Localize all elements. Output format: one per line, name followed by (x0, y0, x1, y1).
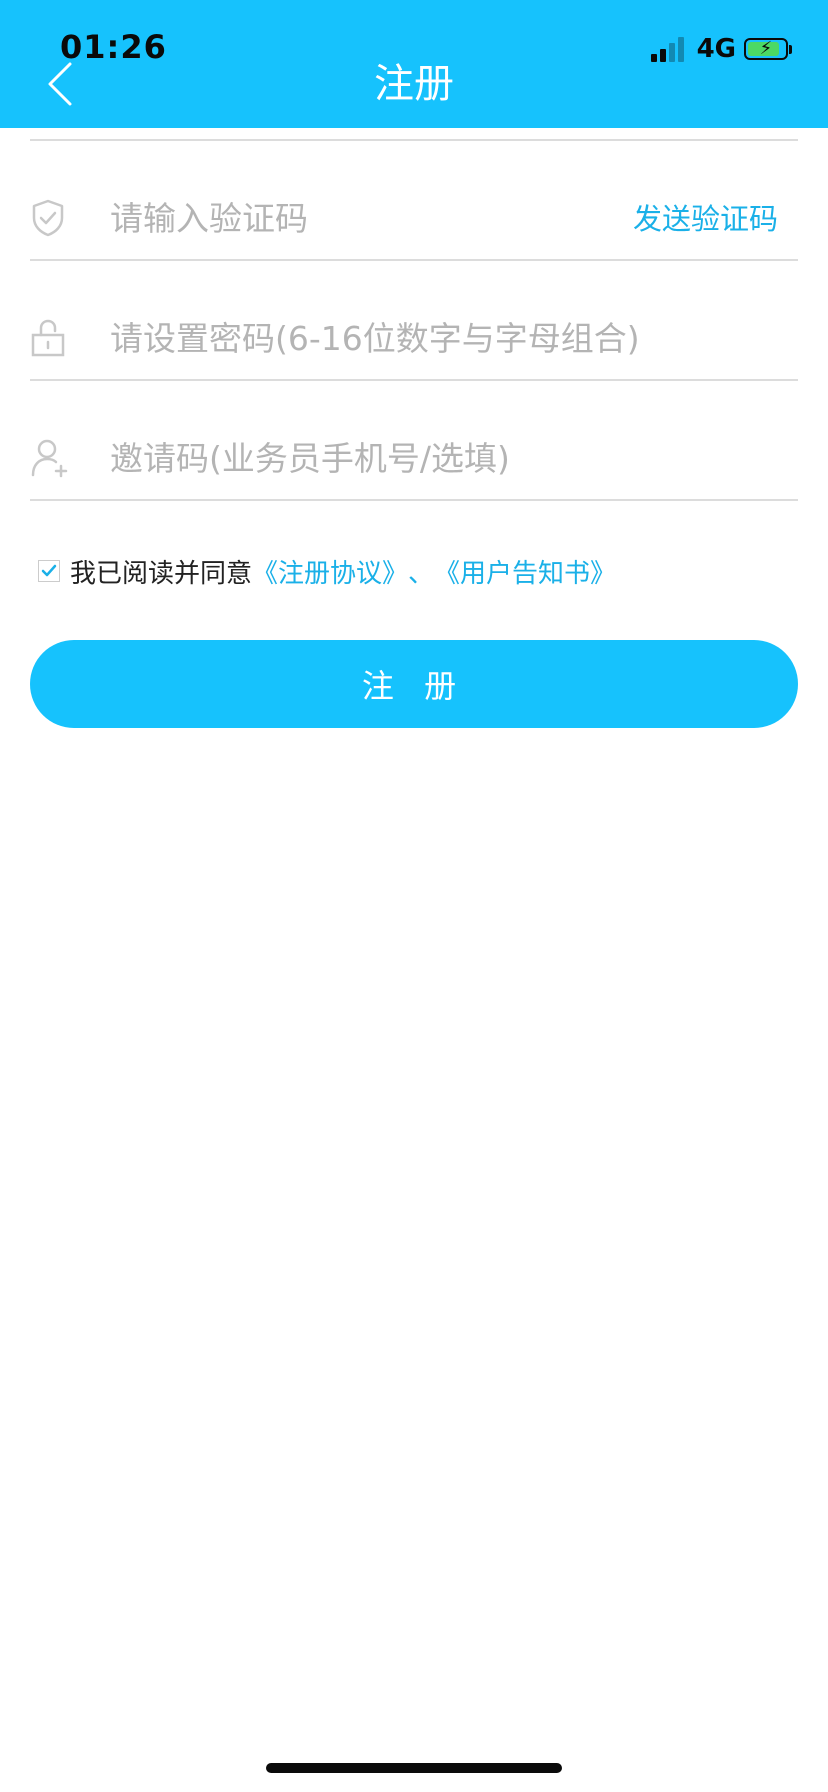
divider (30, 499, 798, 501)
header-bar: 01:26 4G ⚡ 注册 (0, 0, 828, 128)
password-input[interactable] (110, 308, 790, 368)
agreement-separator: 、 (408, 558, 435, 589)
verification-code-input[interactable] (110, 188, 630, 248)
register-page: 01:26 4G ⚡ 注册 发送验证码 (0, 0, 828, 1792)
agreement-text: 我已阅读并同意 (70, 558, 253, 589)
register-button[interactable]: 注 册 (30, 640, 798, 728)
invite-code-row (30, 381, 798, 499)
page-title: 注册 (374, 61, 454, 107)
verification-code-row: 发送验证码 (30, 141, 798, 259)
agreement-row: 我已阅读并同意 《注册协议》 、 《用户告知书》 (38, 551, 616, 591)
user-add-icon (30, 438, 68, 478)
password-row (30, 261, 798, 379)
invite-code-input[interactable] (110, 428, 790, 488)
send-code-button[interactable]: 发送验证码 (633, 199, 778, 239)
lock-icon (30, 318, 66, 358)
agree-checkbox[interactable] (38, 560, 60, 582)
checkmark-icon (41, 564, 57, 577)
user-notice-link[interactable]: 《用户告知书》 (434, 553, 616, 590)
home-indicator (266, 1763, 562, 1773)
battery-nub (789, 44, 792, 54)
terms-link[interactable]: 《注册协议》 (252, 553, 408, 590)
shield-check-icon (30, 198, 66, 238)
